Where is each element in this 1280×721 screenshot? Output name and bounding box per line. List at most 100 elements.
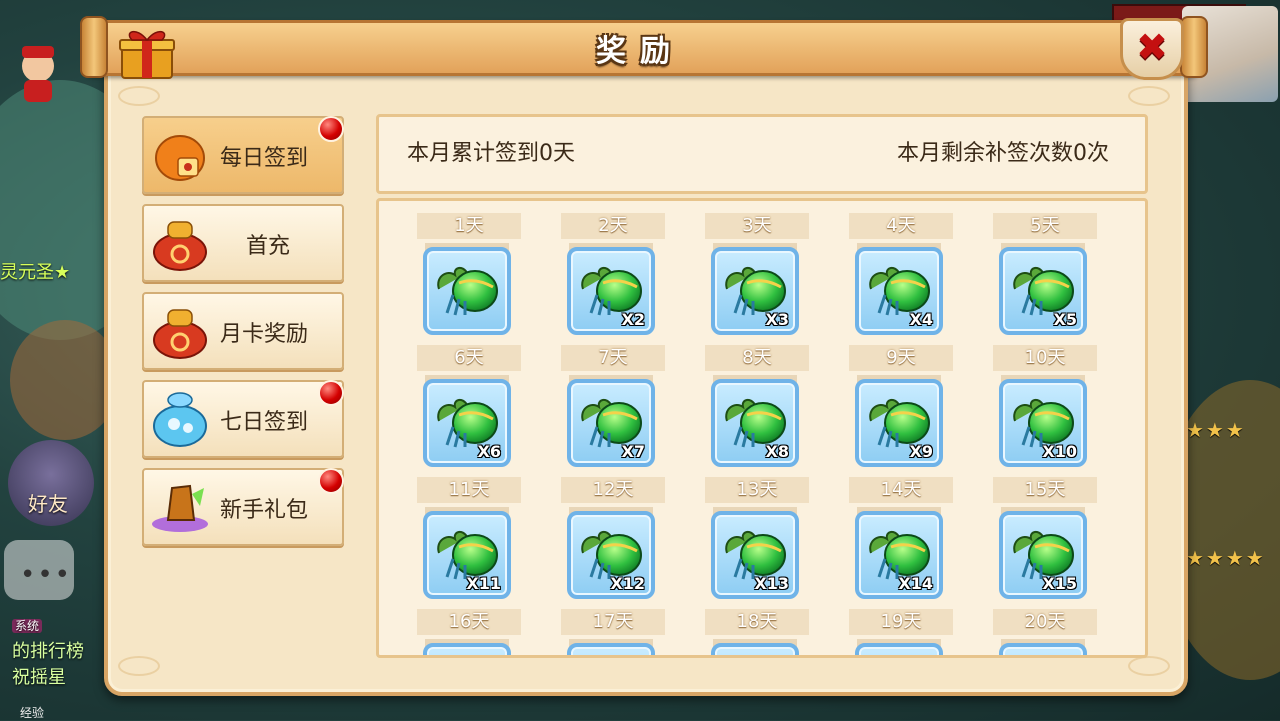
reward-item[interactable]: X9 — [855, 379, 943, 467]
item-quantity: X3 — [765, 310, 789, 329]
day-reward-cell[interactable]: 18天 — [705, 609, 809, 658]
reward-item[interactable]: X14 — [855, 511, 943, 599]
green-potion-icon — [437, 267, 498, 316]
item-quantity: X13 — [754, 574, 789, 593]
system-ticker: 系统 的排行榜 祝摇星 — [12, 612, 112, 691]
day-label: 12天 — [561, 477, 665, 503]
day-reward-cell[interactable]: 16天 — [417, 609, 521, 658]
day-label: 16天 — [417, 609, 521, 635]
green-potion-icon — [721, 655, 791, 658]
item-quantity: X12 — [610, 574, 645, 593]
reward-item[interactable]: X2 — [567, 247, 655, 335]
day-reward-cell[interactable]: 1天 — [417, 213, 521, 337]
sidebar-item-monthly-card[interactable]: 月卡奖励 — [142, 292, 344, 370]
close-button[interactable]: ✖ — [1120, 18, 1184, 80]
reward-item[interactable] — [711, 643, 799, 658]
green-potion-icon — [577, 655, 647, 658]
reward-item[interactable]: X10 — [999, 379, 1087, 467]
reward-item[interactable]: X8 — [711, 379, 799, 467]
exp-label: 经验 — [20, 706, 45, 720]
reward-item[interactable]: X7 — [567, 379, 655, 467]
day-label: 4天 — [849, 213, 953, 239]
day-label: 18天 — [705, 609, 809, 635]
notification-dot — [318, 116, 344, 142]
day-reward-cell[interactable]: 14天 X14 — [849, 477, 953, 601]
day-label: 20天 — [993, 609, 1097, 635]
day-reward-cell[interactable]: 15天 X15 — [993, 477, 1097, 601]
system-tag: 系统 — [12, 619, 43, 633]
day-label: 5天 — [993, 213, 1097, 239]
day-reward-cell[interactable]: 3天 X3 — [705, 213, 809, 337]
fortune-god-icon[interactable] — [8, 40, 68, 104]
signin-summary-bar: 本月累计签到0天 本月剩余补签次数0次 — [376, 114, 1148, 194]
reward-item[interactable]: X3 — [711, 247, 799, 335]
item-quantity: X11 — [466, 574, 501, 593]
day-label: 17天 — [561, 609, 665, 635]
reward-item[interactable]: X6 — [423, 379, 511, 467]
day-reward-cell[interactable]: 19天 — [849, 609, 953, 655]
day-reward-cell[interactable]: 9天 X9 — [849, 345, 953, 469]
item-quantity: X7 — [621, 442, 645, 461]
item-quantity: X15 — [1042, 574, 1077, 593]
daily-reward-grid[interactable]: 1天 2天 X2 3天 X3 4天 X4 5天 X5 6天 X6 7天 X7 8… — [376, 198, 1148, 658]
sidebar-item-label: 新手礼包 — [220, 498, 309, 523]
item-quantity: X9 — [909, 442, 933, 461]
day-label: 13天 — [705, 477, 809, 503]
scroll-roll-right — [1180, 16, 1208, 78]
sidebar-item-first-recharge[interactable]: 首充 — [142, 204, 344, 282]
reward-item[interactable]: X5 — [999, 247, 1087, 335]
sidebar-item-newbie-gift[interactable]: 新手礼包 — [142, 468, 344, 546]
reward-item[interactable]: X4 — [855, 247, 943, 335]
green-potion-icon — [433, 655, 503, 658]
day-label: 6天 — [417, 345, 521, 371]
reward-item[interactable]: X15 — [999, 511, 1087, 599]
day-reward-cell[interactable]: 10天 X10 — [993, 345, 1097, 469]
gift-box-icon — [119, 30, 175, 79]
reward-item[interactable]: X12 — [567, 511, 655, 599]
day-reward-cell[interactable]: 20天 — [993, 609, 1097, 655]
crystal-gift-icon — [152, 484, 208, 532]
sidebar-item-label: 月卡奖励 — [220, 322, 309, 347]
day-reward-cell[interactable]: 2天 X2 — [561, 213, 665, 337]
decorative-swirl — [1128, 656, 1170, 676]
day-reward-cell[interactable]: 6天 X6 — [417, 345, 521, 469]
close-icon: ✖ — [1136, 25, 1168, 69]
star-rating: ★★★★ — [1186, 546, 1266, 570]
sidebar-item-seven-day-signin[interactable]: 七日签到 — [142, 380, 344, 458]
day-label: 1天 — [417, 213, 521, 239]
day-reward-cell[interactable]: 5天 X5 — [993, 213, 1097, 337]
dialog-title: 奖励 — [596, 34, 684, 69]
day-label: 15天 — [993, 477, 1097, 503]
chat-dots-icon: ••• — [20, 560, 73, 590]
sidebar-item-label: 每日签到 — [220, 146, 309, 171]
reward-item[interactable]: X11 — [423, 511, 511, 599]
reward-item[interactable] — [855, 643, 943, 655]
day-reward-cell[interactable]: 4天 X4 — [849, 213, 953, 337]
sidebar-item-daily-signin[interactable]: 每日签到 — [142, 116, 344, 194]
day-label: 11天 — [417, 477, 521, 503]
day-label: 9天 — [849, 345, 953, 371]
reward-item[interactable]: X13 — [711, 511, 799, 599]
day-reward-cell[interactable]: 7天 X7 — [561, 345, 665, 469]
reward-item[interactable] — [423, 247, 511, 335]
item-quantity: X14 — [898, 574, 933, 593]
day-reward-cell[interactable]: 8天 X8 — [705, 345, 809, 469]
reward-item[interactable] — [999, 643, 1087, 655]
remaining-makeup-count: 本月剩余补签次数0次 — [897, 141, 1109, 166]
day-reward-cell[interactable]: 11天 X11 — [417, 477, 521, 601]
ticker-line: 祝摇星 — [12, 667, 66, 688]
decorative-swirl — [1128, 86, 1170, 106]
star-rating: ★★★ — [1186, 418, 1246, 442]
decorative-swirl — [118, 86, 160, 106]
item-quantity: X8 — [765, 442, 789, 461]
day-reward-cell[interactable]: 17天 — [561, 609, 665, 658]
day-reward-cell[interactable]: 13天 X13 — [705, 477, 809, 601]
day-reward-cell[interactable]: 12天 X12 — [561, 477, 665, 601]
day-label: 14天 — [849, 477, 953, 503]
decorative-swirl — [118, 656, 160, 676]
friend-label: 好友 — [28, 492, 68, 516]
item-quantity: X2 — [621, 310, 645, 329]
reward-item[interactable] — [567, 643, 655, 658]
reward-item[interactable] — [423, 643, 511, 658]
day-label: 8天 — [705, 345, 809, 371]
